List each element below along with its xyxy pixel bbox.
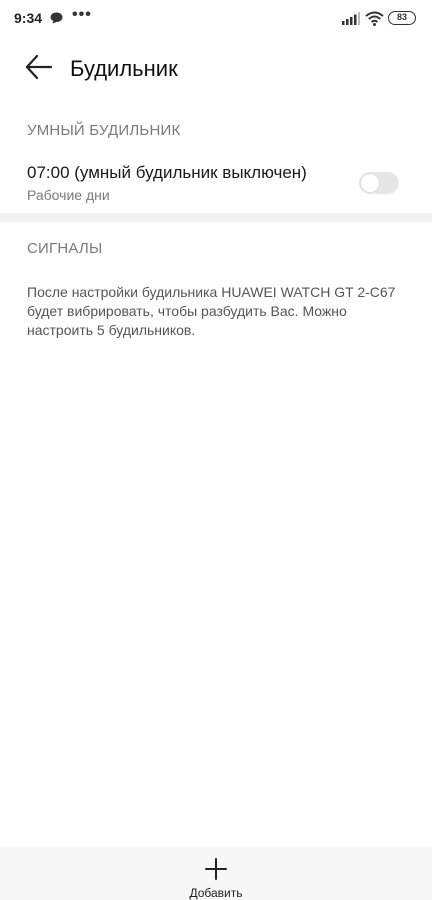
arrow-left-icon (25, 54, 53, 80)
smart-alarm-toggle[interactable] (359, 172, 399, 194)
app-header: Будильник (0, 44, 432, 92)
back-button[interactable] (22, 52, 56, 82)
more-icon: ••• (72, 6, 92, 23)
add-alarm-button[interactable]: Добавить (176, 852, 256, 900)
bottom-bar: Добавить (0, 846, 432, 900)
smart-alarm-title: 07:00 (умный будильник выключен) (27, 163, 307, 182)
plus-icon (205, 858, 227, 880)
status-bar: 9:34 ••• 83 (0, 0, 432, 38)
battery-icon: 83 (388, 11, 416, 25)
signal-icon (342, 12, 360, 25)
section-divider (0, 213, 432, 222)
toggle-knob (361, 174, 379, 192)
wifi-icon (365, 11, 384, 26)
signals-description: После настройки будильника HUAWEI WATCH … (27, 284, 396, 338)
page-title: Будильник (70, 56, 178, 81)
smart-alarm-subtitle: Рабочие дни (27, 187, 110, 203)
status-time: 9:34 (14, 10, 43, 26)
smart-alarm-section-title: УМНЫЙ БУДИЛЬНИК (27, 122, 181, 139)
smart-alarm-item[interactable]: 07:00 (умный будильник выключен) Рабочие… (0, 156, 432, 212)
signals-section-title: СИГНАЛЫ (27, 240, 103, 257)
battery-level: 83 (396, 12, 407, 22)
add-label: Добавить (189, 886, 243, 900)
chat-icon (50, 12, 63, 24)
